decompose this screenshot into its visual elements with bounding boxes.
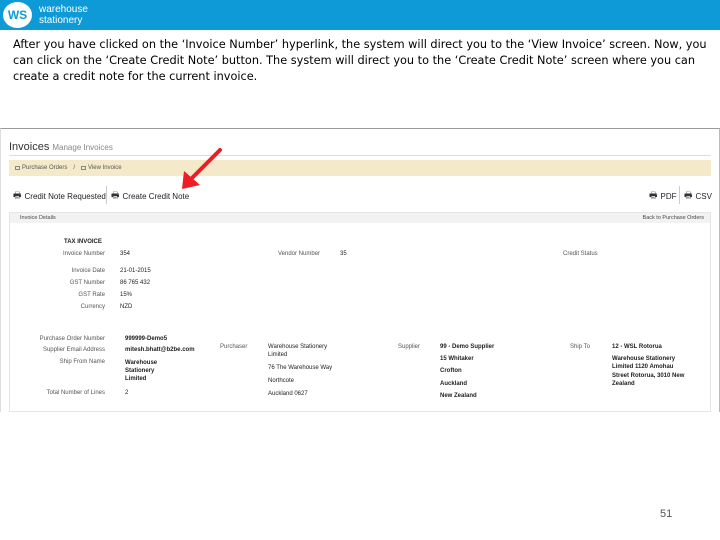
red-arrow-annotation: [182, 148, 222, 189]
page-number: 51: [660, 508, 673, 520]
arrow-shaft: [190, 148, 222, 180]
